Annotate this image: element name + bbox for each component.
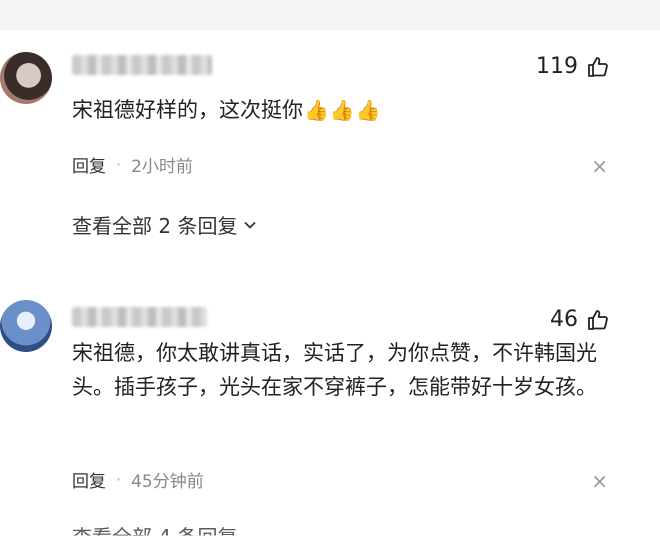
close-icon[interactable]: × — [591, 154, 608, 178]
view-all-replies-button[interactable]: 查看全部 2 条回复 — [72, 210, 257, 239]
like-button[interactable]: 119 — [536, 54, 610, 79]
comment-meta: 回复 · 45分钟前 — [72, 467, 204, 492]
thumbs-up-icon — [588, 309, 608, 330]
reply-button[interactable]: 回复 — [72, 467, 106, 492]
chevron-down-icon — [244, 221, 257, 229]
comment-body: 宋祖德好样的，这次挺你 — [72, 98, 303, 122]
view-all-replies-button[interactable]: 查看全部 4 条回复 — [72, 521, 238, 549]
avatar[interactable] — [0, 300, 52, 352]
close-icon[interactable]: × — [591, 469, 608, 493]
comment-text: 宋祖德好样的，这次挺你👍👍👍 — [72, 93, 617, 127]
username-blurred[interactable] — [72, 307, 207, 327]
comment-text: 宋祖德，你太敢讲真话，实话了，为你点赞，不许韩国光头。插手孩子，光头在家不穿裤子… — [72, 336, 617, 404]
username-blurred[interactable] — [72, 55, 212, 75]
thumbs-up-emoji: 👍 — [355, 98, 381, 122]
like-count: 119 — [536, 54, 578, 79]
thumbs-up-emoji: 👍 — [329, 98, 355, 122]
comment-time: 2小时前 — [131, 157, 193, 177]
view-all-replies-label: 查看全部 4 条回复 — [72, 525, 238, 549]
top-bar — [0, 0, 660, 30]
like-button[interactable]: 46 — [550, 307, 610, 332]
separator-dot: · — [116, 155, 122, 174]
comment-meta: 回复 · 2小时前 — [72, 152, 193, 177]
reply-button[interactable]: 回复 — [72, 152, 106, 177]
comment-body: 宋祖德，你太敢讲真话，实话了，为你点赞，不许韩国光头。插手孩子，光头在家不穿裤子… — [72, 341, 597, 399]
like-count: 46 — [550, 307, 578, 332]
separator-dot: · — [116, 470, 122, 489]
comment-time: 45分钟前 — [131, 472, 204, 492]
thumbs-up-emoji: 👍 — [304, 98, 329, 122]
avatar[interactable] — [0, 52, 52, 104]
thumbs-up-icon — [588, 56, 608, 77]
view-all-replies-label: 查看全部 2 条回复 — [72, 214, 238, 238]
